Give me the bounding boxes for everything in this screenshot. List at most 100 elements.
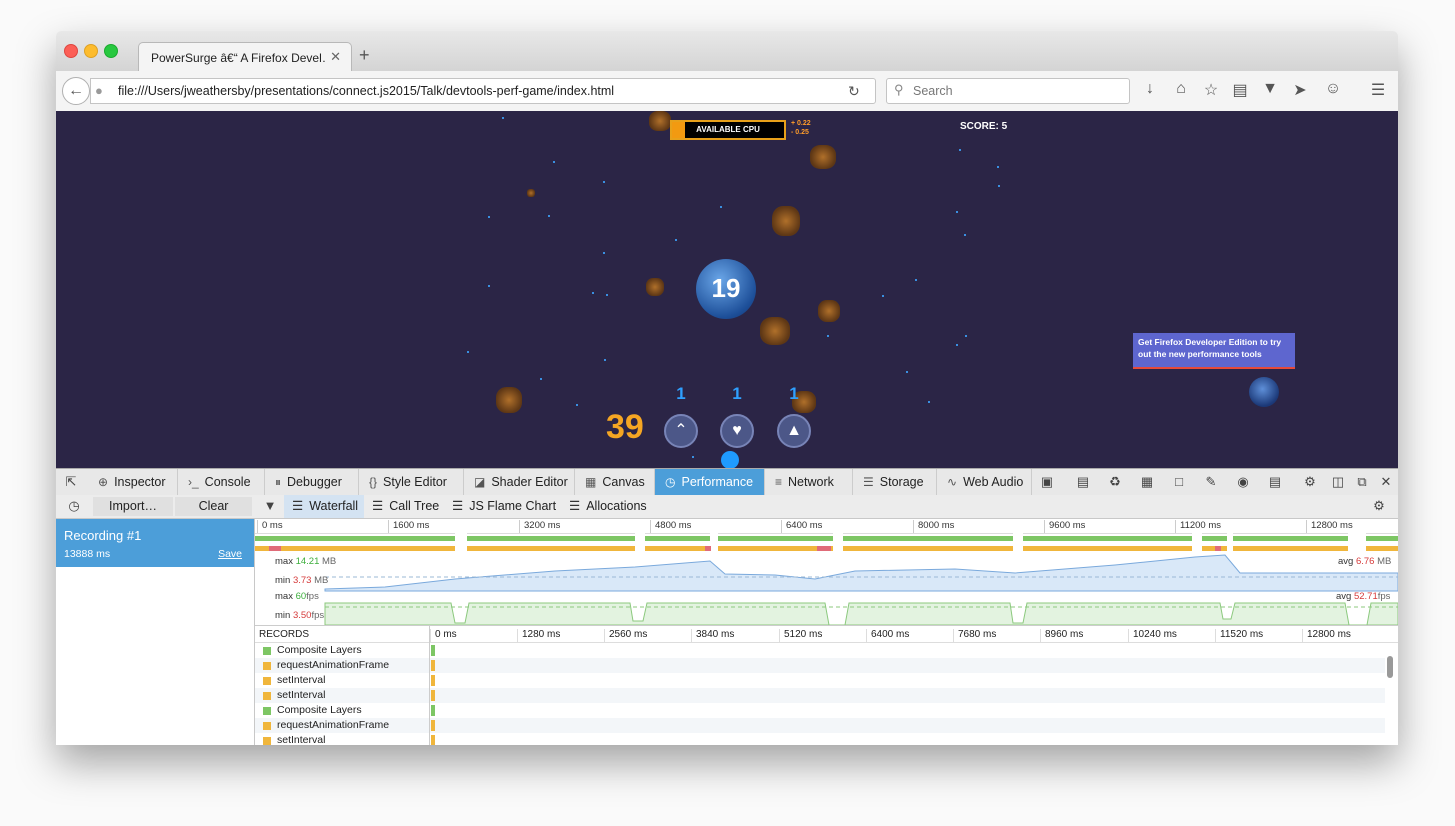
firefox-developer-logo-icon[interactable]	[1249, 377, 1279, 407]
url-text: file:///Users/jweathersby/presentations/…	[118, 84, 615, 98]
waterfall-tick: 3840 ms	[691, 629, 734, 642]
canvas-icon: ▦	[585, 475, 597, 489]
ruler-tick: 0 ms	[257, 520, 283, 533]
cpu-delta-up: + 0.22	[791, 120, 811, 127]
record-marker	[431, 645, 435, 656]
tab-js-flame-chart[interactable]: ☰ JS Flame Chart	[444, 495, 561, 518]
tab-inspector[interactable]: ⊕ Inspector	[88, 469, 178, 495]
tab-close-icon[interactable]: ✕	[330, 49, 341, 65]
settings-gear-icon[interactable]: ⚙	[1301, 474, 1319, 490]
menu-icon[interactable]: ☰	[1368, 80, 1388, 100]
close-window-button[interactable]	[64, 44, 78, 58]
pocket-icon[interactable]: ▼	[1260, 80, 1280, 98]
recording-duration: 13888 ms	[64, 548, 111, 560]
table-row[interactable]: Composite Layers	[255, 643, 1385, 658]
performance-overview[interactable]: 0 ms 1600 ms 3200 ms 4800 ms 6400 ms 800…	[255, 519, 1398, 625]
url-bar[interactable]: ● file:///Users/jweathersby/presentation…	[90, 78, 876, 104]
back-button[interactable]: ←	[62, 77, 90, 105]
score: SCORE: 5	[960, 121, 1008, 132]
record-marker	[431, 735, 435, 745]
screenshot-icon[interactable]: ◉	[1234, 474, 1252, 490]
tab-label: Console	[204, 475, 251, 489]
planet-number: 19	[711, 273, 741, 303]
allocations-icon: ☰	[569, 499, 581, 513]
record-swatch	[263, 692, 271, 700]
scratchpad-icon[interactable]: ▦	[1138, 474, 1156, 490]
perf-settings-gear-icon[interactable]: ⚙	[1370, 498, 1388, 514]
rulers-icon[interactable]: ▤	[1266, 474, 1284, 490]
tab-storage[interactable]: ☰ Storage	[853, 469, 937, 495]
recording-item[interactable]: Recording #1 13888 ms Save	[56, 519, 254, 567]
download-icon[interactable]: ↓	[1140, 80, 1160, 98]
ruler-tick: 6400 ms	[781, 520, 822, 533]
close-devtools-icon[interactable]: ✕	[1377, 474, 1395, 490]
send-icon[interactable]: ➤	[1290, 80, 1310, 100]
record-stopwatch-icon[interactable]: ◷	[65, 498, 83, 514]
browser-tab[interactable]: PowerSurge â€“ A Firefox Devel… ✕	[138, 42, 352, 72]
waterfall-tick: 6400 ms	[866, 629, 909, 642]
tab-performance[interactable]: ◷ Performance	[655, 469, 765, 495]
fps-max-label: max 60fps	[275, 591, 319, 602]
powerup-count: 1	[732, 384, 742, 403]
paint-flashing-icon[interactable]: ♻	[1106, 474, 1124, 490]
records-header: RECORDS	[259, 629, 310, 640]
tab-debugger[interactable]: ⏸ Debugger	[265, 469, 359, 495]
tab-allocations[interactable]: ☰ Allocations	[561, 495, 656, 518]
tab-title: PowerSurge â€“ A Firefox Devel…	[151, 51, 326, 65]
rank-chevrons-icon[interactable]: ⌃	[664, 414, 698, 448]
ruler-tick: 8000 ms	[913, 520, 954, 533]
new-tab-button[interactable]: +	[359, 45, 370, 66]
waterfall-divider	[429, 626, 430, 745]
filter-icon[interactable]: ▼	[261, 498, 279, 513]
waterfall-tick: 0 ms	[430, 629, 457, 642]
table-row[interactable]: Composite Layers	[255, 703, 1385, 718]
frame-select-icon[interactable]: ▣	[1038, 474, 1056, 490]
table-row[interactable]: setInterval	[255, 733, 1385, 745]
tab-shader-editor[interactable]: ◪ Shader Editor	[464, 469, 575, 495]
tab-label: Canvas	[602, 475, 645, 489]
home-icon[interactable]: ⌂	[1171, 80, 1191, 98]
record-name: Composite Layers	[277, 644, 362, 656]
tab-canvas[interactable]: ▦ Canvas	[575, 469, 655, 495]
minimize-window-button[interactable]	[84, 44, 98, 58]
devtools-toolbar: ⇱ ⊕ Inspector ›_ Console ⏸ Debugger {} Style…	[56, 468, 1398, 496]
waterfall-scrollbar[interactable]	[1387, 656, 1393, 678]
table-row[interactable]: setInterval	[255, 673, 1385, 688]
clear-button[interactable]: Clear	[175, 497, 252, 516]
dock-side-icon[interactable]: ◫	[1329, 474, 1347, 490]
cpu-meter-fill	[672, 122, 686, 138]
waterfall-tick: 1280 ms	[517, 629, 560, 642]
pick-element-icon[interactable]: ⇱	[62, 474, 80, 490]
zoom-window-button[interactable]	[104, 44, 118, 58]
import-button[interactable]: Import…	[93, 497, 173, 516]
table-row[interactable]: requestAnimationFrame	[255, 718, 1385, 733]
hello-icon[interactable]: ☺	[1323, 80, 1343, 98]
tab-network[interactable]: ≡ Network	[765, 469, 853, 495]
undock-window-icon[interactable]: ⧉	[1353, 474, 1371, 490]
tab-console[interactable]: ›_ Console	[178, 469, 265, 495]
reading-list-icon[interactable]: ▤	[1230, 80, 1250, 100]
tab-waterfall[interactable]: ☰ Waterfall	[284, 495, 364, 518]
cpu-delta: + 0.22 - 0.25	[791, 119, 811, 137]
table-row[interactable]: setInterval	[255, 688, 1385, 703]
tab-style-editor[interactable]: {} Style Editor	[359, 469, 464, 495]
heart-icon[interactable]: ♥	[720, 414, 754, 448]
game-canvas[interactable]: AVAILABLE CPU + 0.22 - 0.25 SCORE: 5 19 …	[56, 111, 1398, 468]
eyedropper-icon[interactable]: ✎	[1202, 474, 1220, 490]
save-recording-link[interactable]: Save	[218, 548, 242, 560]
tab-call-tree[interactable]: ☰ Call Tree	[364, 495, 444, 518]
bookmark-star-icon[interactable]: ☆	[1201, 80, 1221, 100]
responsive-design-icon[interactable]: □	[1170, 474, 1188, 489]
flame-chart-icon: ☰	[452, 499, 464, 513]
search-input[interactable]: ⚲ Search	[886, 78, 1130, 104]
rocket-icon[interactable]: ▲	[777, 414, 811, 448]
waterfall-view: RECORDS 0 ms 1280 ms 2560 ms 3840 ms 512…	[255, 625, 1398, 745]
table-row[interactable]: requestAnimationFrame	[255, 658, 1385, 673]
tab-label: Inspector	[114, 475, 166, 489]
debugger-icon: ⏸	[275, 475, 282, 489]
tab-web-audio[interactable]: ∿ Web Audio	[937, 469, 1032, 495]
reload-icon[interactable]: ↻	[848, 83, 860, 100]
tab-label: Storage	[879, 475, 924, 489]
view-label: Waterfall	[309, 499, 359, 513]
split-console-icon[interactable]: ▤	[1074, 474, 1092, 490]
